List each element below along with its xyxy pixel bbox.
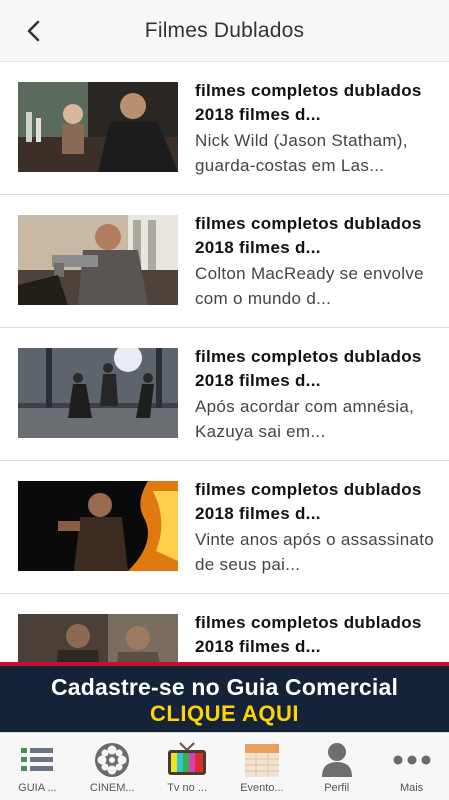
tab-perfil[interactable]: Perfil [299, 733, 374, 800]
banner-headline: Cadastre-se no Guia Comercial [50, 674, 399, 700]
more-dots-icon [390, 740, 434, 780]
back-button[interactable] [16, 14, 50, 48]
list-item[interactable]: filmes completos dublados 2018 filmes d.… [0, 461, 449, 594]
tab-label: Mais [399, 782, 424, 794]
app-header: Filmes Dublados [0, 0, 449, 62]
person-icon [315, 740, 359, 780]
bottom-tab-bar: GUIA ... CINEM... Tv no ... Evento... Pe… [0, 732, 449, 800]
item-title: filmes completos dublados 2018 filmes d.… [195, 214, 422, 257]
movie-thumbnail [18, 481, 178, 571]
item-title: filmes completos dublados 2018 filmes d.… [195, 480, 422, 523]
movie-thumbnail [18, 82, 178, 172]
list-item[interactable]: filmes completos dublados 2018 filmes d.… [0, 328, 449, 461]
chevron-left-icon [27, 20, 40, 42]
item-description: Nick Wild (Jason Statham), guarda-costas… [195, 131, 408, 175]
tab-label: Evento... [240, 782, 284, 794]
tab-label: CINEM... [89, 782, 135, 794]
tab-label: Tv no ... [167, 782, 207, 794]
item-title: filmes completos dublados 2018 filmes d.… [195, 81, 422, 124]
tab-label: GUIA ... [18, 782, 57, 794]
list-item[interactable]: filmes completos dublados 2018 filmes d.… [0, 594, 449, 664]
item-description: Após acordar com amnésia, Kazuya sai em.… [195, 397, 415, 441]
film-reel-icon [90, 740, 134, 780]
item-description: Vinte anos após o assassinato de seus pa… [195, 530, 434, 574]
tab-mais[interactable]: Mais [374, 733, 449, 800]
tab-cinema[interactable]: CINEM... [75, 733, 150, 800]
tab-tv[interactable]: Tv no ... [150, 733, 225, 800]
tv-icon [165, 740, 209, 780]
calendar-icon [240, 740, 284, 780]
list-icon [15, 740, 59, 780]
item-title: filmes completos dublados 2018 filmes d.… [195, 347, 422, 390]
item-description: Colton MacReady se envolve com o mundo d… [195, 264, 424, 308]
tab-eventos[interactable]: Evento... [224, 733, 299, 800]
promo-banner[interactable]: Cadastre-se no Guia Comercial CLIQUE AQU… [0, 662, 449, 732]
list-item[interactable]: filmes completos dublados 2018 filmes d.… [0, 62, 449, 195]
movie-thumbnail [18, 614, 178, 664]
movie-thumbnail [18, 215, 178, 305]
tab-guia[interactable]: GUIA ... [0, 733, 75, 800]
item-title: filmes completos dublados 2018 filmes d.… [195, 613, 422, 656]
page-title: Filmes Dublados [144, 18, 305, 42]
movie-thumbnail [18, 348, 178, 438]
list-item[interactable]: filmes completos dublados 2018 filmes d.… [0, 195, 449, 328]
banner-cta: CLIQUE AQUI [150, 701, 299, 726]
tab-label: Perfil [324, 782, 350, 794]
movie-list[interactable]: filmes completos dublados 2018 filmes d.… [0, 62, 449, 664]
